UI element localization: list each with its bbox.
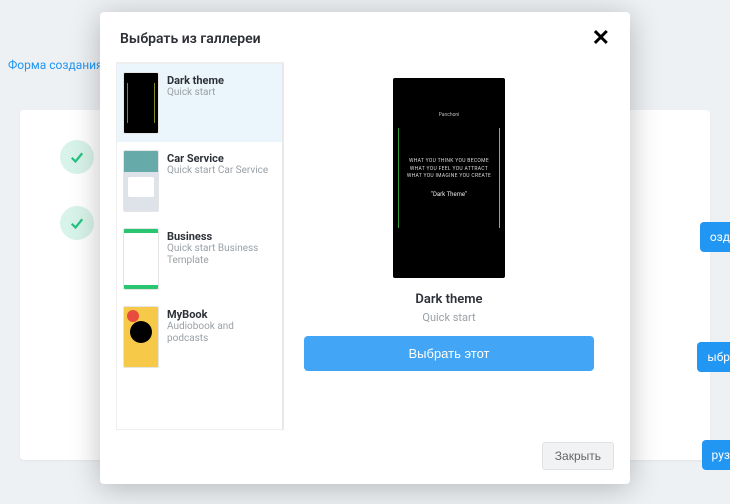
template-item[interactable]: Business Quick start Business Template	[117, 220, 282, 298]
template-item[interactable]: MyBook Audiobook and podcasts	[117, 298, 282, 376]
template-item[interactable]: Car Service Quick start Car Service	[117, 142, 282, 220]
template-sub: Quick start	[167, 87, 224, 99]
template-list[interactable]: Dark theme Quick start Car Service Quick…	[116, 62, 284, 430]
template-thumb	[123, 306, 159, 368]
preview-panel: Panchoni WHAT YOU THINK YOU BECOME WHAT …	[284, 62, 614, 430]
template-sub: Quick start Car Service	[167, 165, 268, 177]
template-title: MyBook	[167, 308, 276, 321]
phone-brand: Panchoni	[439, 112, 460, 118]
template-sub: Audiobook and podcasts	[167, 321, 276, 345]
phone-preview: Panchoni WHAT YOU THINK YOU BECOME WHAT …	[393, 78, 505, 278]
modal-title: Выбрать из галлереи	[120, 31, 261, 47]
template-title: Car Service	[167, 152, 268, 165]
select-button[interactable]: Выбрать этот	[304, 336, 594, 371]
close-button[interactable]: Закрыть	[542, 442, 614, 470]
modal-header: Выбрать из галлереи ✕	[100, 12, 630, 62]
template-sub: Quick start Business Template	[167, 243, 276, 267]
template-thumb	[123, 72, 159, 134]
template-title: Business	[167, 230, 276, 243]
template-title: Dark theme	[167, 74, 224, 87]
phone-text: WHAT YOU THINK YOU BECOME WHAT YOU FEEL …	[407, 158, 491, 181]
phone-theme-name: "Dark Theme"	[431, 191, 467, 198]
template-thumb	[123, 228, 159, 290]
preview-title: Dark theme	[415, 292, 482, 307]
gallery-modal: Выбрать из галлереи ✕ Dark theme Quick s…	[100, 12, 630, 484]
modal-overlay: Выбрать из галлереи ✕ Dark theme Quick s…	[0, 0, 730, 504]
preview-sub: Quick start	[422, 311, 475, 324]
template-thumb	[123, 150, 159, 212]
template-item[interactable]: Dark theme Quick start	[117, 64, 282, 142]
close-icon[interactable]: ✕	[592, 28, 610, 50]
modal-footer: Закрыть	[100, 430, 630, 484]
